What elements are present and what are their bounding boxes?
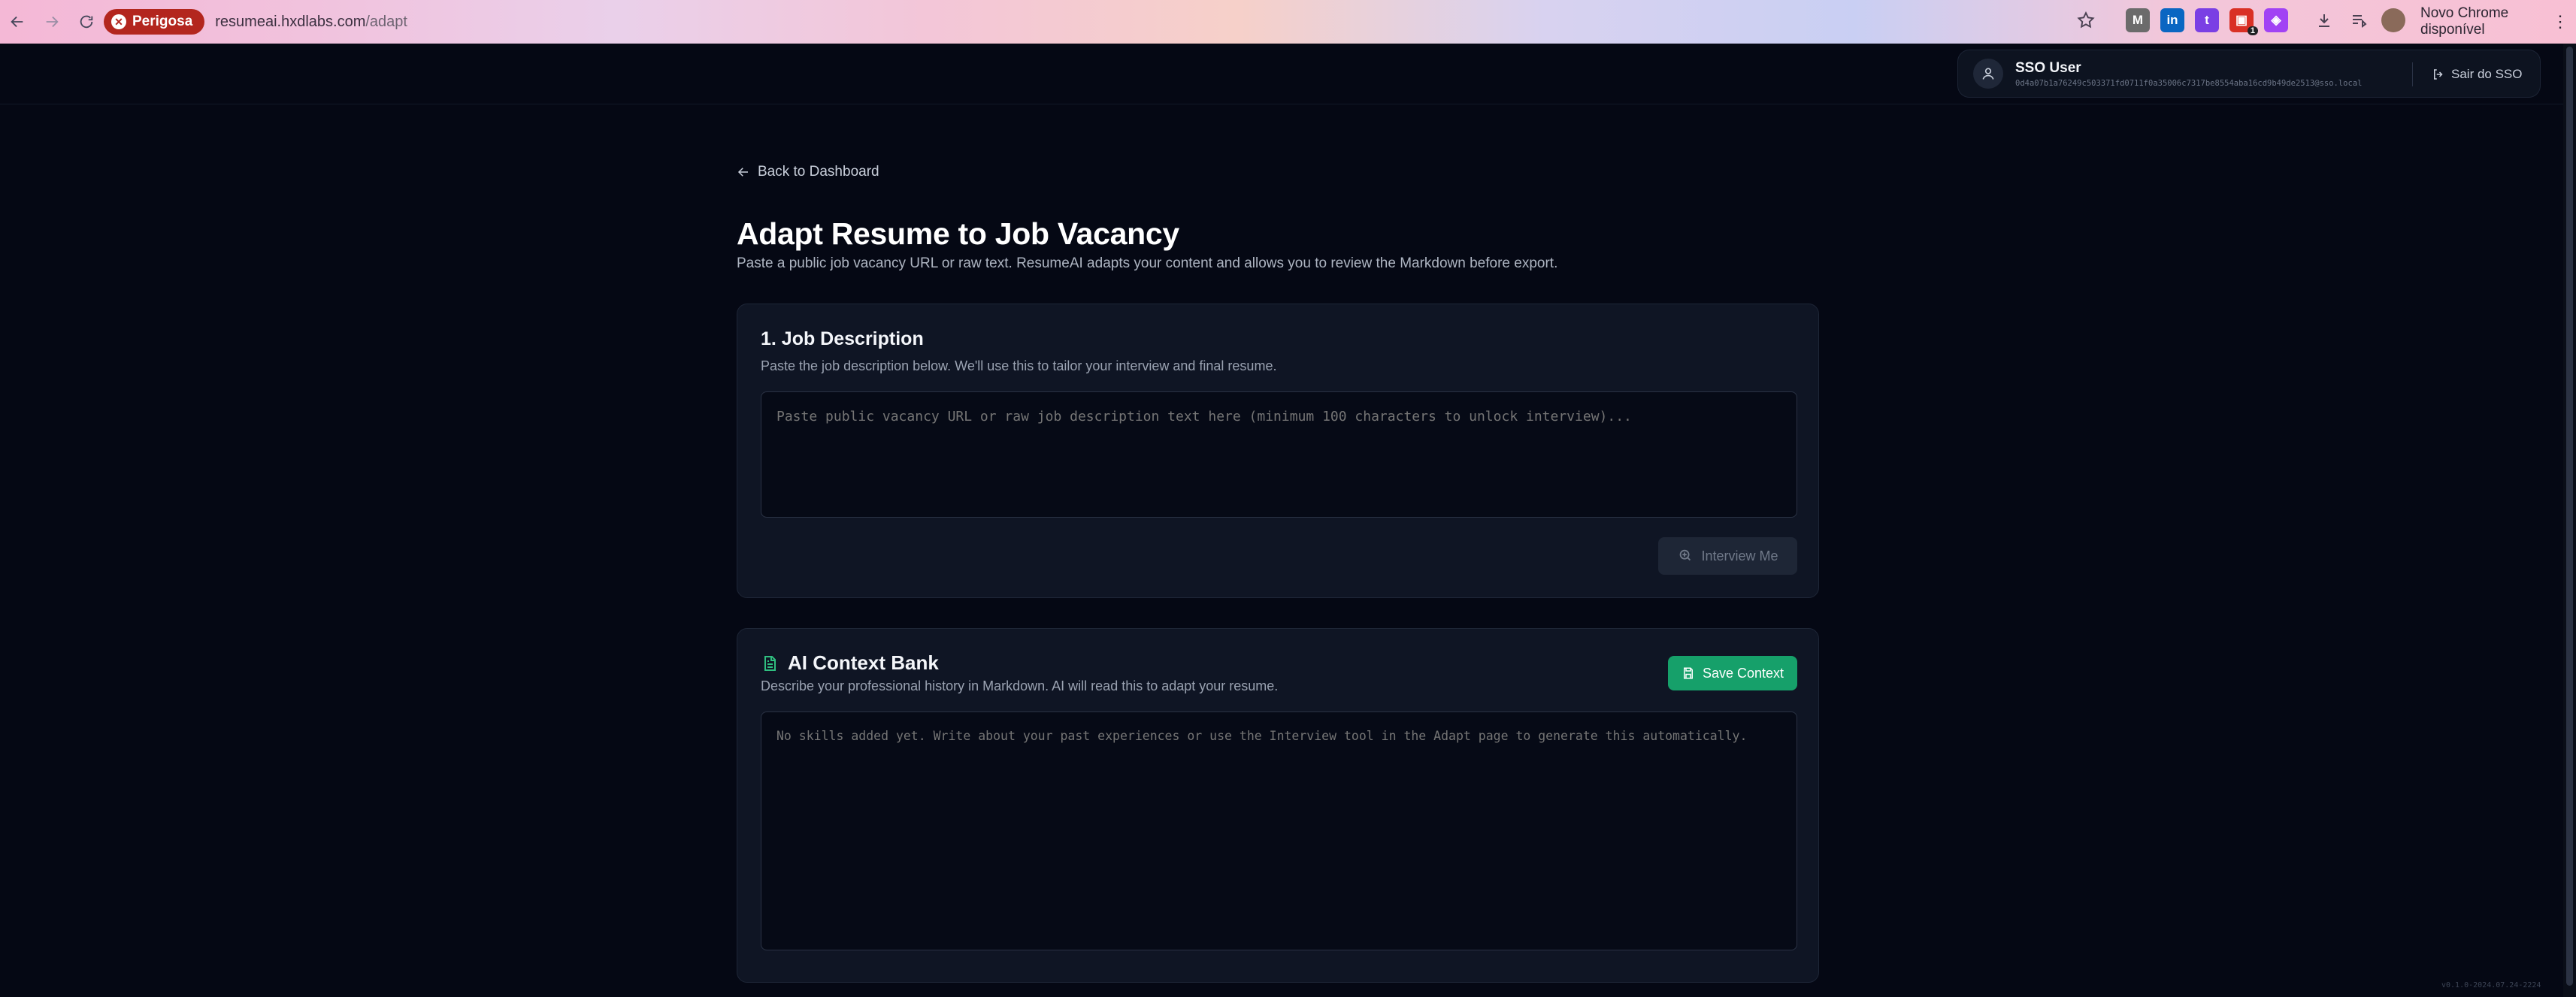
address-bar[interactable]: ✕ Perigosa resumeai.hxdlabs.com/adapt — [104, 5, 2114, 39]
media-controls-icon[interactable] — [2347, 8, 2371, 32]
logout-button[interactable]: Sair do SSO — [2432, 61, 2523, 88]
interview-me-button[interactable]: Interview Me — [1658, 537, 1797, 575]
save-icon — [1683, 667, 1693, 679]
extension-badge: 1 — [2247, 26, 2258, 35]
reload-button[interactable] — [69, 5, 104, 39]
job-card-title: 1. Job Description — [761, 328, 924, 349]
user-info: SSO User 0d4a07b1a76249c503371fd0711f0a3… — [2015, 60, 2362, 88]
user-avatar-icon — [1973, 59, 2003, 89]
scrollbar-thumb[interactable] — [2566, 47, 2573, 986]
back-to-dashboard-link[interactable]: Back to Dashboard — [737, 164, 879, 180]
bookmark-star-icon[interactable] — [2076, 11, 2096, 30]
extensions-tray: M in t ▣ 1 ◈ — [2126, 8, 2405, 35]
puzzle-extension-icon[interactable]: ◈ — [2264, 8, 2288, 32]
linkedin-extension-icon[interactable]: in — [2160, 8, 2184, 32]
chrome-update-chip[interactable]: Novo Chrome disponível ⋮ — [2410, 5, 2576, 38]
save-context-button[interactable]: Save Context — [1668, 656, 1797, 690]
arrow-right-icon — [46, 16, 59, 28]
job-description-card: 1. Job Description Paste the job descrip… — [737, 304, 1819, 598]
arrow-left-icon — [737, 168, 748, 177]
job-card-description: Paste the job description below. We'll u… — [761, 358, 1277, 373]
more-menu-icon[interactable]: ⋮ — [2552, 12, 2568, 32]
context-card-description: Describe your professional history in Ma… — [761, 678, 1279, 693]
page-scrollbar[interactable] — [2563, 44, 2576, 997]
twitch-extension-icon[interactable]: t — [2195, 8, 2219, 32]
reload-icon — [80, 15, 93, 29]
sso-user-card: SSO User 0d4a07b1a76249c503371fd0711f0a3… — [1957, 50, 2541, 98]
app-header: SSO User 0d4a07b1a76249c503371fd0711f0a3… — [0, 44, 2563, 104]
forward-nav-button[interactable] — [35, 5, 69, 39]
user-email: 0d4a07b1a76249c503371fd0711f0a35006c7317… — [2015, 78, 2363, 88]
user-name: SSO User — [2015, 59, 2081, 76]
context-bank-card: AI Context Bank Describe your profession… — [737, 628, 1819, 983]
url-host: resumeai.hxdlabs.com — [215, 13, 366, 30]
job-description-input[interactable] — [761, 391, 1797, 518]
interview-icon — [1680, 549, 1691, 561]
document-icon — [764, 655, 776, 671]
save-context-label: Save Context — [1702, 665, 1784, 681]
security-label: Perigosa — [132, 14, 193, 29]
context-bank-input[interactable] — [761, 711, 1797, 950]
browser-toolbar: ✕ Perigosa resumeai.hxdlabs.com/adapt M … — [0, 0, 2576, 44]
warning-icon: ✕ — [111, 14, 126, 29]
logout-icon — [2434, 69, 2443, 80]
back-label: Back to Dashboard — [758, 164, 879, 180]
security-warning-chip[interactable]: ✕ Perigosa — [104, 9, 205, 35]
context-card-title: AI Context Bank — [788, 651, 939, 674]
profile-avatar-icon[interactable] — [2381, 8, 2405, 32]
arrow-left-icon — [11, 16, 23, 28]
page-title: Adapt Resume to Job Vacancy — [737, 216, 1179, 251]
page-subtitle: Paste a public job vacancy URL or raw te… — [737, 255, 1558, 271]
logout-label: Sair do SSO — [2451, 67, 2523, 81]
url-path: /adapt — [365, 13, 407, 30]
context-title-row: AI Context Bank — [761, 651, 939, 675]
interview-label: Interview Me — [1701, 548, 1778, 563]
back-nav-button[interactable] — [0, 5, 35, 39]
red-extension-icon[interactable]: ▣ 1 — [2229, 8, 2258, 35]
update-label: Novo Chrome disponível — [2420, 5, 2509, 38]
m-extension-icon[interactable]: M — [2126, 8, 2150, 32]
app-version: v0.1.0-2024.07.24-2224 — [2441, 981, 2541, 989]
download-icon[interactable] — [2312, 8, 2336, 32]
url-text[interactable]: resumeai.hxdlabs.com/adapt — [215, 14, 407, 31]
header-divider — [2412, 62, 2413, 86]
